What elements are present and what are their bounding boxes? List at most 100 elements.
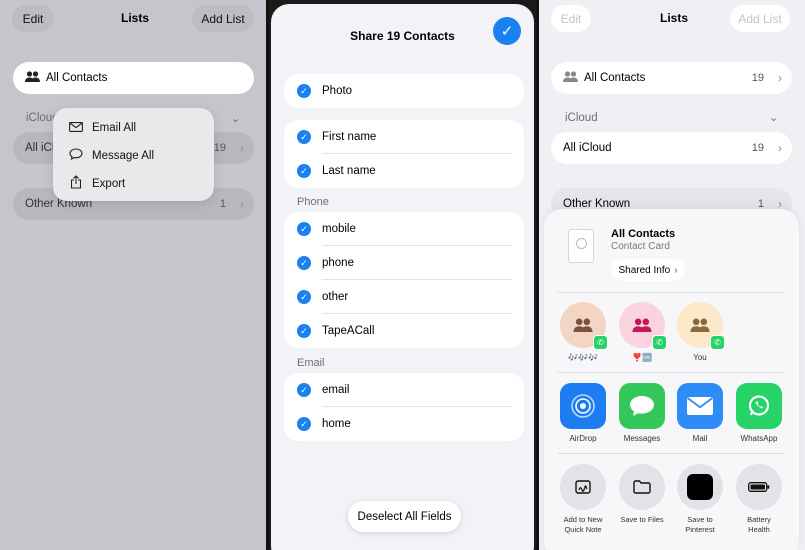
person-name: You: [693, 353, 707, 362]
export-item[interactable]: Export: [67, 175, 125, 192]
whatsapp-badge-icon: ✆: [593, 335, 608, 350]
field-row-photo[interactable]: ✓ Photo: [284, 74, 524, 108]
share-item-subtitle: Contact Card: [611, 241, 670, 252]
phone-section-label: Phone: [297, 196, 329, 208]
checkmark-icon[interactable]: ✓: [297, 383, 311, 397]
app-name: WhatsApp: [740, 434, 778, 443]
app-mail[interactable]: Mail: [677, 383, 723, 443]
app-airdrop[interactable]: AirDrop: [560, 383, 606, 443]
app-whatsapp[interactable]: WhatsApp: [736, 383, 782, 443]
mail-icon: [677, 383, 723, 429]
all-icloud-label: All iCl: [25, 142, 55, 154]
checkmark-icon[interactable]: ✓: [297, 222, 311, 236]
checkmark-icon[interactable]: ✓: [297, 417, 311, 431]
phone-group: ✓ mobile ✓ phone ✓ other ✓ TapeACall: [284, 212, 524, 348]
field-label: First name: [322, 131, 377, 143]
field-label: TapeACall: [322, 325, 375, 337]
avatar: ✆: [619, 302, 667, 350]
checkmark-icon[interactable]: ✓: [297, 256, 311, 270]
action-quick-note[interactable]: Add to New Quick Note: [560, 464, 606, 535]
checkmark-icon[interactable]: ✓: [297, 130, 311, 144]
whatsapp-badge-icon: ✆: [710, 335, 725, 350]
context-menu: Email All Message All Export: [53, 108, 214, 201]
lists-panel-left: Edit Lists Add List All Contacts iCloud …: [0, 0, 266, 550]
field-label: Last name: [322, 165, 376, 177]
checkmark-icon[interactable]: ✓: [297, 84, 311, 98]
field-label: other: [322, 291, 349, 303]
divider: [558, 453, 785, 454]
email-all-label: Email All: [92, 122, 137, 134]
person-suggestion[interactable]: ✆ 🎶🎶🎶: [560, 302, 608, 362]
email-all-item[interactable]: Email All: [67, 121, 136, 135]
divider: [558, 372, 785, 373]
share-item-title: All Contacts: [611, 228, 676, 240]
checkmark-icon[interactable]: ✓: [297, 164, 311, 178]
edit-button[interactable]: Edit: [12, 5, 54, 32]
field-row-home[interactable]: ✓ home: [284, 407, 524, 441]
field-row-tapeacall[interactable]: ✓ TapeACall: [284, 314, 524, 348]
person-suggestion[interactable]: ✆ ❣️🆒: [619, 302, 667, 362]
share-icon: [67, 175, 85, 192]
field-row-phone[interactable]: ✓ phone: [284, 246, 524, 280]
all-icloud-count: 19: [213, 142, 226, 154]
all-icloud-count: 19: [751, 142, 764, 154]
whatsapp-icon: [736, 383, 782, 429]
action-name: Save to Files: [620, 515, 664, 524]
edit-button[interactable]: Edit: [551, 5, 591, 32]
field-row-other[interactable]: ✓ other: [284, 280, 524, 314]
all-contacts-row[interactable]: All Contacts 19 ›: [551, 62, 792, 94]
field-row-first-name[interactable]: ✓ First name: [284, 120, 524, 154]
email-section-label: Email: [297, 357, 325, 369]
chevron-down-icon[interactable]: ⌄: [769, 111, 778, 124]
confirm-checkmark-button[interactable]: ✓: [493, 17, 521, 45]
action-name: Battery Health: [747, 515, 771, 534]
name-group: ✓ First name ✓ Last name: [284, 120, 524, 188]
field-label: Photo: [322, 85, 353, 97]
whatsapp-badge-icon: ✆: [652, 335, 667, 350]
message-all-label: Message All: [92, 149, 155, 162]
shared-info-button[interactable]: Shared Info ›: [611, 259, 685, 281]
add-list-button[interactable]: Add List: [192, 5, 254, 32]
field-row-email[interactable]: ✓ email: [284, 373, 524, 407]
all-icloud-label: All iCloud: [563, 142, 612, 154]
message-all-item[interactable]: Message All: [67, 148, 154, 163]
chevron-right-icon: ›: [674, 264, 678, 276]
chevron-right-icon: ›: [240, 197, 244, 211]
export-label: Export: [92, 177, 126, 190]
person-suggestion[interactable]: ✆ You: [677, 302, 725, 362]
all-contacts-row[interactable]: All Contacts: [13, 62, 254, 94]
checkmark-icon[interactable]: ✓: [297, 290, 311, 304]
person-name: ❣️🆒: [632, 353, 652, 362]
action-save-to-files[interactable]: Save to Files: [619, 464, 665, 525]
field-row-mobile[interactable]: ✓ mobile: [284, 212, 524, 246]
field-row-last-name[interactable]: ✓ Last name: [284, 154, 524, 188]
chevron-down-icon[interactable]: ⌄: [231, 112, 240, 125]
photo-group: ✓ Photo: [284, 74, 524, 108]
page-title: Lists: [660, 11, 689, 25]
share-contacts-panel: Share 19 Contacts ✓ ✓ Photo ✓ First name…: [269, 0, 536, 550]
shared-info-label: Shared Info: [618, 264, 671, 276]
action-battery-health[interactable]: Battery Health: [736, 464, 782, 535]
avatar: ✆: [560, 302, 608, 350]
lists-panel-right: Edit Lists Add List All Contacts 19 › iC…: [539, 0, 805, 550]
app-messages[interactable]: Messages: [619, 383, 665, 443]
page-title: Lists: [121, 11, 150, 25]
add-list-button[interactable]: Add List: [730, 5, 790, 32]
chevron-right-icon: ›: [778, 141, 782, 155]
pinterest-icon: [677, 464, 723, 510]
all-icloud-row[interactable]: All iCloud 19 ›: [551, 132, 792, 164]
battery-icon: [736, 464, 782, 510]
all-contacts-label: All Contacts: [584, 72, 646, 84]
app-name: Mail: [692, 434, 708, 443]
checkmark-icon[interactable]: ✓: [297, 324, 311, 338]
icloud-section-label: iCloud: [565, 112, 598, 124]
airdrop-icon: [560, 383, 606, 429]
deselect-all-button[interactable]: Deselect All Fields: [348, 501, 461, 532]
action-save-to-pinterest[interactable]: Save to Pinterest: [677, 464, 723, 535]
quick-note-icon: [560, 464, 606, 510]
field-label: mobile: [322, 223, 356, 235]
share-sheet-modal: Share 19 Contacts ✓ ✓ Photo ✓ First name…: [271, 4, 534, 550]
share-sheet: All Contacts Contact Card Shared Info › …: [544, 209, 799, 550]
app-name: AirDrop: [569, 434, 597, 443]
other-known-count: 1: [219, 198, 226, 210]
